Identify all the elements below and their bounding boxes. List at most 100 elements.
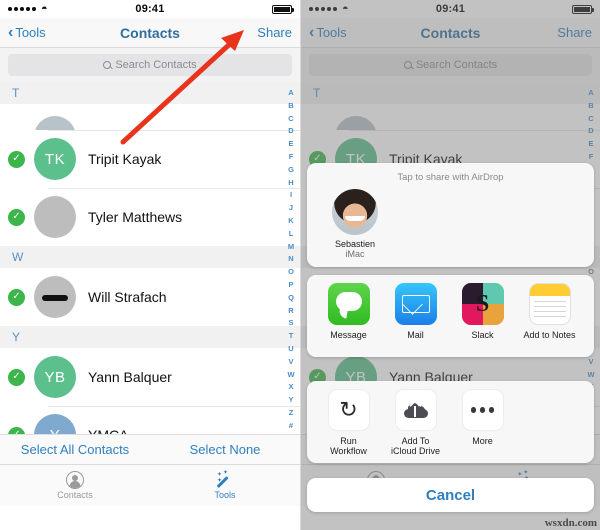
list-item[interactable]: ✓ TK Tripit Kayak: [0, 130, 300, 188]
alphabet-index-letter[interactable]: H: [288, 178, 293, 187]
share-apps-section: Message Mail S Slack Add to Notes: [307, 275, 594, 357]
alphabet-index-letter[interactable]: B: [288, 101, 293, 110]
alphabet-index-letter[interactable]: R: [288, 306, 293, 315]
share-app-mail[interactable]: Mail: [382, 283, 449, 340]
list-item[interactable]: ✓ YB Yann Balquer: [0, 348, 300, 406]
page-title: Contacts: [120, 24, 180, 41]
alphabet-index-letter[interactable]: E: [288, 139, 293, 148]
cancel-button[interactable]: Cancel: [307, 478, 594, 512]
share-app-label: Slack: [471, 330, 494, 340]
share-app-cutoff[interactable]: In D: [583, 283, 594, 351]
section-header-w: W: [0, 246, 300, 268]
tab-contacts[interactable]: Contacts: [0, 471, 150, 500]
alphabet-index-letter[interactable]: G: [288, 165, 294, 174]
list-item[interactable]: ✓: [0, 104, 300, 130]
alphabet-index-letter[interactable]: M: [288, 242, 294, 251]
alphabet-index-letter[interactable]: U: [288, 344, 293, 353]
contact-name: Tripit Kayak: [88, 151, 162, 167]
alphabet-index-letter[interactable]: T: [289, 331, 294, 340]
phone-screen-right: ◓ 09:41 ‹ Tools Contacts Share Search Co…: [300, 0, 600, 530]
airdrop-section: Tap to share with AirDrop Sebastien iMac: [307, 163, 594, 267]
alphabet-index-letter[interactable]: V: [288, 357, 293, 366]
alphabet-index-letter[interactable]: P: [288, 280, 293, 289]
messages-app-icon: [327, 283, 370, 325]
alphabet-index-letter[interactable]: N: [288, 254, 293, 263]
tab-tools[interactable]: ✦ ✦ ✦ Tools: [150, 470, 300, 500]
tab-bar: Contacts ✦ ✦ ✦ Tools: [0, 464, 300, 506]
avatar: [34, 196, 76, 238]
avatar: [34, 116, 76, 130]
alphabet-index-letter[interactable]: K: [288, 216, 293, 225]
contact-name: Will Strafach: [88, 289, 167, 305]
contact-name: Tyler Matthews: [88, 209, 183, 225]
selection-toolbar: Select All Contacts Select None: [0, 434, 300, 464]
battery-icon: [272, 4, 294, 14]
share-action-label: Add To iCloud Drive: [390, 436, 441, 457]
share-app-label: Add to Notes: [523, 330, 576, 340]
avatar: [34, 276, 76, 318]
alphabet-index-letter[interactable]: O: [288, 267, 294, 276]
checkmark-icon[interactable]: ✓: [8, 426, 25, 434]
tab-contacts-label: Contacts: [57, 490, 93, 500]
phone-screen-left: ◓ 09:41 ‹ Tools Contacts Share Search Co…: [0, 0, 300, 530]
search-placeholder: Search Contacts: [115, 59, 197, 71]
share-action-label: Run Workflow: [330, 436, 367, 457]
contact-name: Yann Balquer: [88, 369, 172, 385]
checkmark-icon[interactable]: ✓: [8, 368, 25, 386]
alphabet-index-letter[interactable]: A: [288, 88, 293, 97]
share-app-label: Message: [330, 330, 367, 340]
search-input[interactable]: Search Contacts: [8, 54, 292, 76]
share-action-run-workflow[interactable]: ↻ Run Workflow: [315, 389, 382, 457]
avatar: TK: [34, 138, 76, 180]
alphabet-index-letter[interactable]: Y: [288, 395, 293, 404]
share-app-slack[interactable]: S Slack: [449, 283, 516, 340]
alphabet-index-letter[interactable]: F: [289, 152, 294, 161]
status-bar: ◓ 09:41: [0, 0, 300, 18]
share-action-label: More: [472, 436, 493, 446]
search-container: Search Contacts: [0, 48, 300, 82]
alphabet-index-letter[interactable]: L: [289, 229, 294, 238]
contact-name: YMCA: [88, 427, 128, 434]
share-action-more[interactable]: More: [449, 389, 516, 446]
share-app-message[interactable]: Message: [315, 283, 382, 340]
share-actions-section: ↻ Run Workflow Add To iCloud Drive More: [307, 381, 594, 463]
slack-app-icon: S: [461, 283, 504, 325]
alphabet-index-letter[interactable]: X: [288, 382, 293, 391]
checkmark-icon[interactable]: ✓: [8, 150, 25, 168]
status-bar-time: 09:41: [135, 3, 165, 15]
alphabet-index-letter[interactable]: W: [287, 370, 294, 379]
search-icon: [103, 61, 112, 69]
alphabet-index-letter[interactable]: D: [288, 126, 293, 135]
alphabet-index-letter[interactable]: J: [289, 203, 293, 212]
alphabet-index[interactable]: ABCDEFGHIJKLMNOPQRSTUVWXYZ #: [284, 88, 298, 430]
alphabet-index-letter[interactable]: S: [288, 318, 293, 327]
alphabet-index-letter[interactable]: Z: [289, 408, 294, 417]
share-action-icloud-drive[interactable]: Add To iCloud Drive: [382, 389, 449, 457]
select-all-contacts-button[interactable]: Select All Contacts: [0, 442, 150, 457]
share-app-label: Mail: [407, 330, 424, 340]
icloud-upload-icon: [394, 389, 437, 431]
avatar-initials: Y: [50, 427, 61, 435]
avatar: YB: [34, 356, 76, 398]
share-button[interactable]: Share: [257, 25, 292, 40]
contacts-list[interactable]: T ✓ ✓ TK Tripit Kayak ✓ Tyler Matthews W…: [0, 82, 300, 434]
avatar: [332, 189, 378, 235]
select-none-button[interactable]: Select None: [150, 442, 300, 457]
magic-wand-icon: ✦ ✦ ✦: [216, 470, 234, 489]
list-item[interactable]: ✓ Will Strafach: [0, 268, 300, 326]
alphabet-index-letter[interactable]: #: [289, 421, 293, 430]
airdrop-title: Tap to share with AirDrop: [397, 172, 504, 183]
checkmark-icon[interactable]: ✓: [8, 288, 25, 306]
airdrop-recipient[interactable]: Sebastien iMac: [319, 189, 391, 259]
list-item[interactable]: ✓ Y YMCA: [0, 406, 300, 434]
share-app-notes[interactable]: Add to Notes: [516, 283, 583, 340]
checkmark-icon[interactable]: ✓: [8, 208, 25, 226]
person-icon: [66, 471, 84, 489]
airdrop-recipient-device: iMac: [345, 249, 365, 259]
mail-app-icon: [394, 283, 437, 325]
notes-app-icon: [528, 283, 571, 325]
alphabet-index-letter[interactable]: I: [290, 190, 292, 199]
alphabet-index-letter[interactable]: C: [288, 114, 293, 123]
list-item[interactable]: ✓ Tyler Matthews: [0, 188, 300, 246]
alphabet-index-letter[interactable]: Q: [288, 293, 294, 302]
